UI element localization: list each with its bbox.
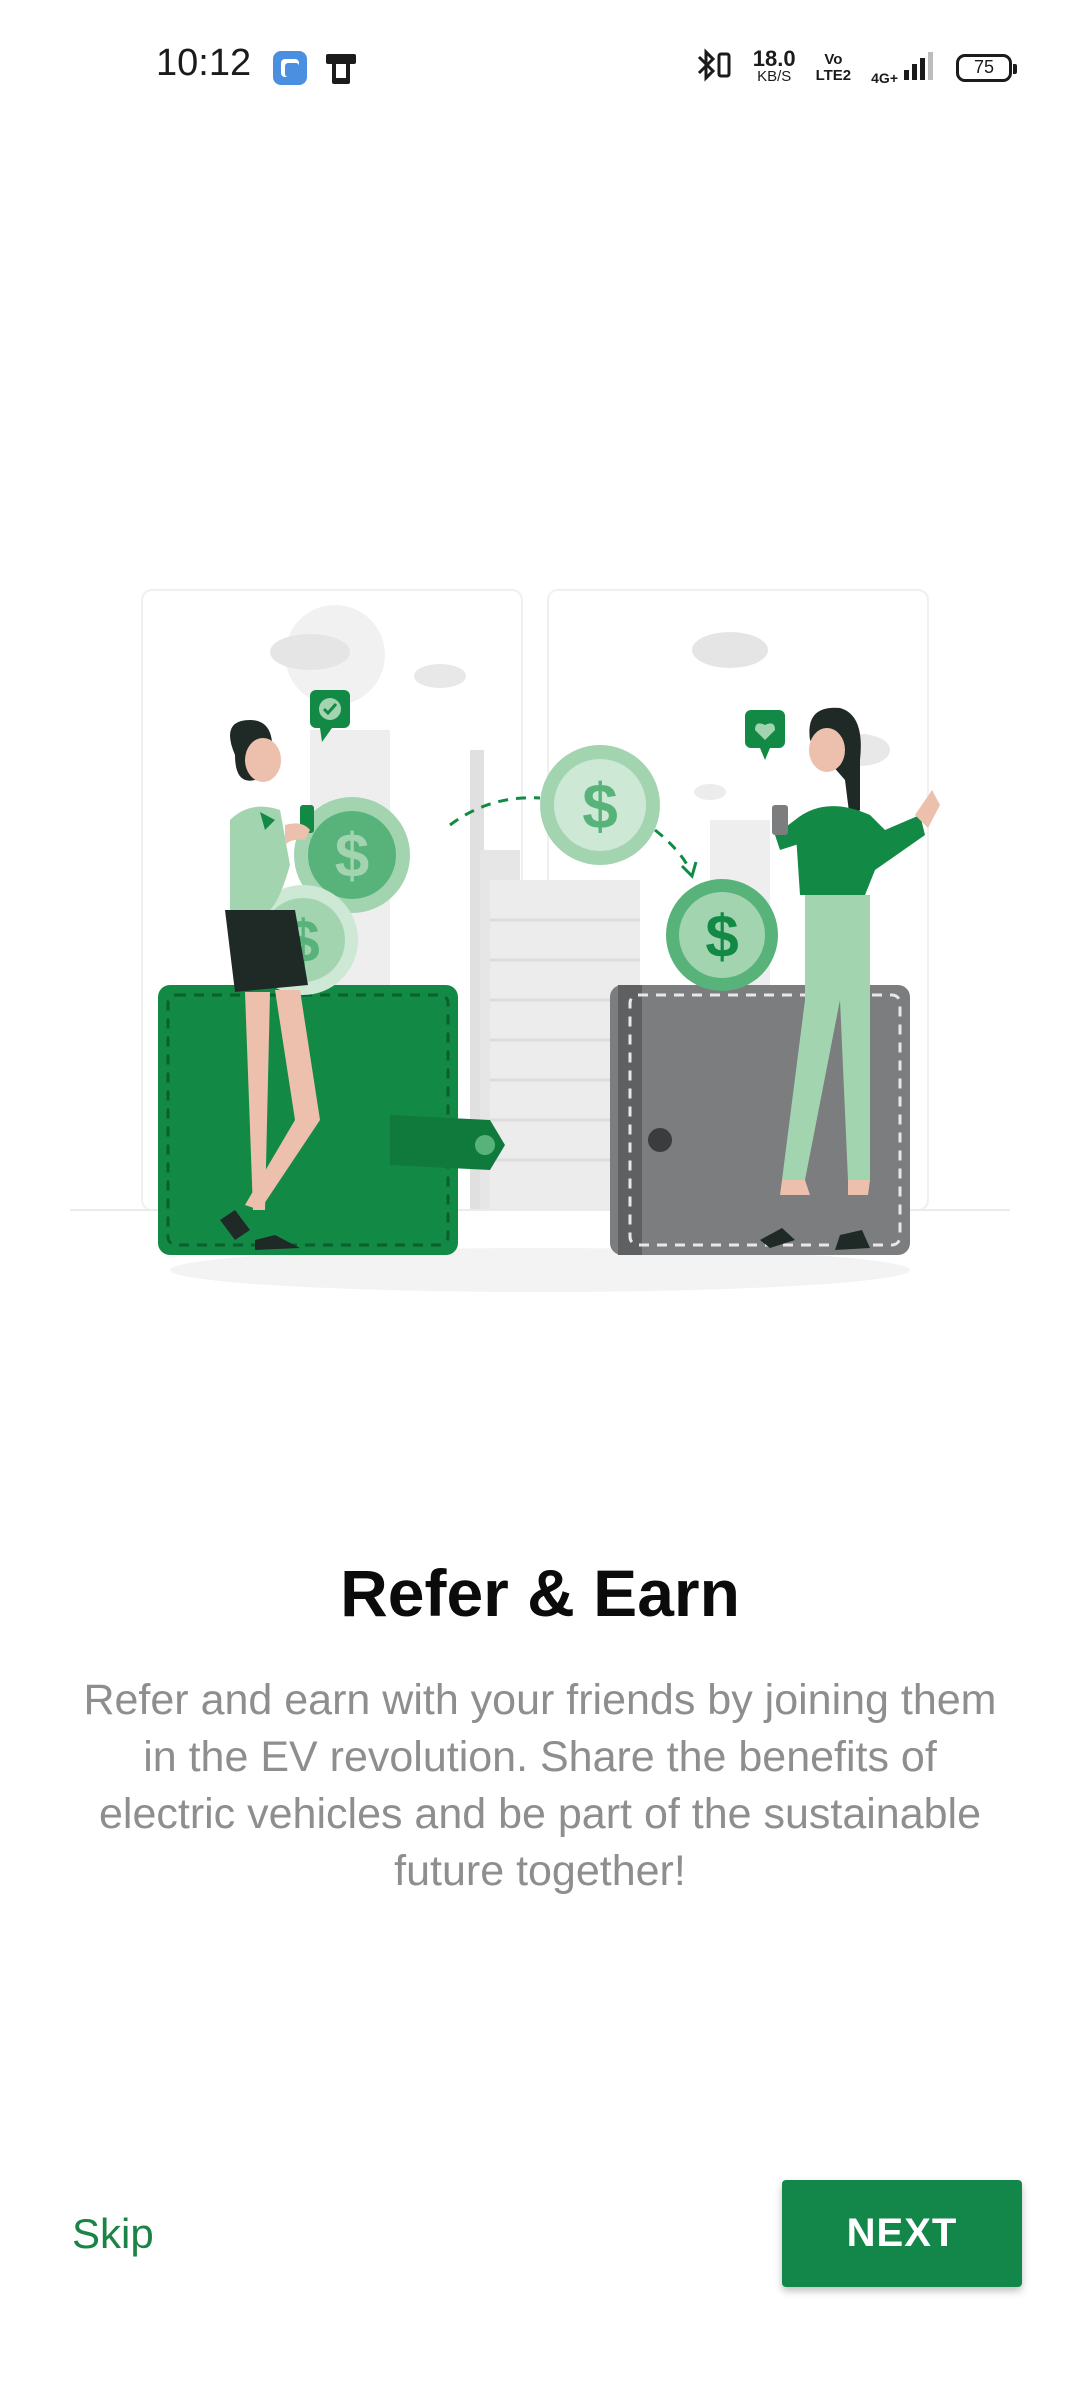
skip-button[interactable]: Skip bbox=[72, 2210, 154, 2258]
refer-earn-illustration: $ $ $ $ bbox=[70, 580, 1010, 1300]
signal-bars-icon bbox=[904, 50, 936, 85]
cell-signal: 4G+ bbox=[871, 50, 936, 85]
status-indicators: 18.0 KB/S Vo LTE2 4G+ 75 bbox=[695, 45, 1017, 87]
battery-level: 75 bbox=[973, 57, 995, 77]
onboarding-description: Refer and earn with your friends by join… bbox=[83, 1676, 997, 1895]
svg-text:$: $ bbox=[705, 903, 738, 970]
volte-indicator: Vo LTE2 bbox=[815, 50, 852, 84]
network-speed-unit: KB/S bbox=[757, 67, 792, 85]
onboarding-title: Refer & Earn bbox=[340, 1556, 740, 1630]
svg-text:$: $ bbox=[582, 770, 618, 842]
status-bar: 10:12 18.0 KB/S Vo LTE2 4G+ 75 bbox=[0, 0, 1080, 138]
battery-icon: 75 bbox=[956, 53, 1017, 82]
next-button[interactable]: NEXT bbox=[782, 2180, 1022, 2287]
payment-notification-icon bbox=[324, 50, 360, 91]
volte-bottom: LTE2 bbox=[815, 66, 852, 84]
status-time: 10:12 bbox=[156, 42, 252, 84]
network-speed: 18.0 KB/S bbox=[752, 45, 796, 86]
refer-earn-illustration-art: $ $ $ $ bbox=[70, 589, 1010, 1292]
network-type: 4G+ bbox=[871, 70, 898, 86]
network-speed-value: 18.0 bbox=[752, 45, 796, 71]
svg-text:$: $ bbox=[335, 822, 369, 891]
bluetooth-icon bbox=[695, 48, 733, 87]
volte-top: Vo bbox=[824, 50, 843, 68]
app-notification-icon bbox=[272, 50, 308, 91]
